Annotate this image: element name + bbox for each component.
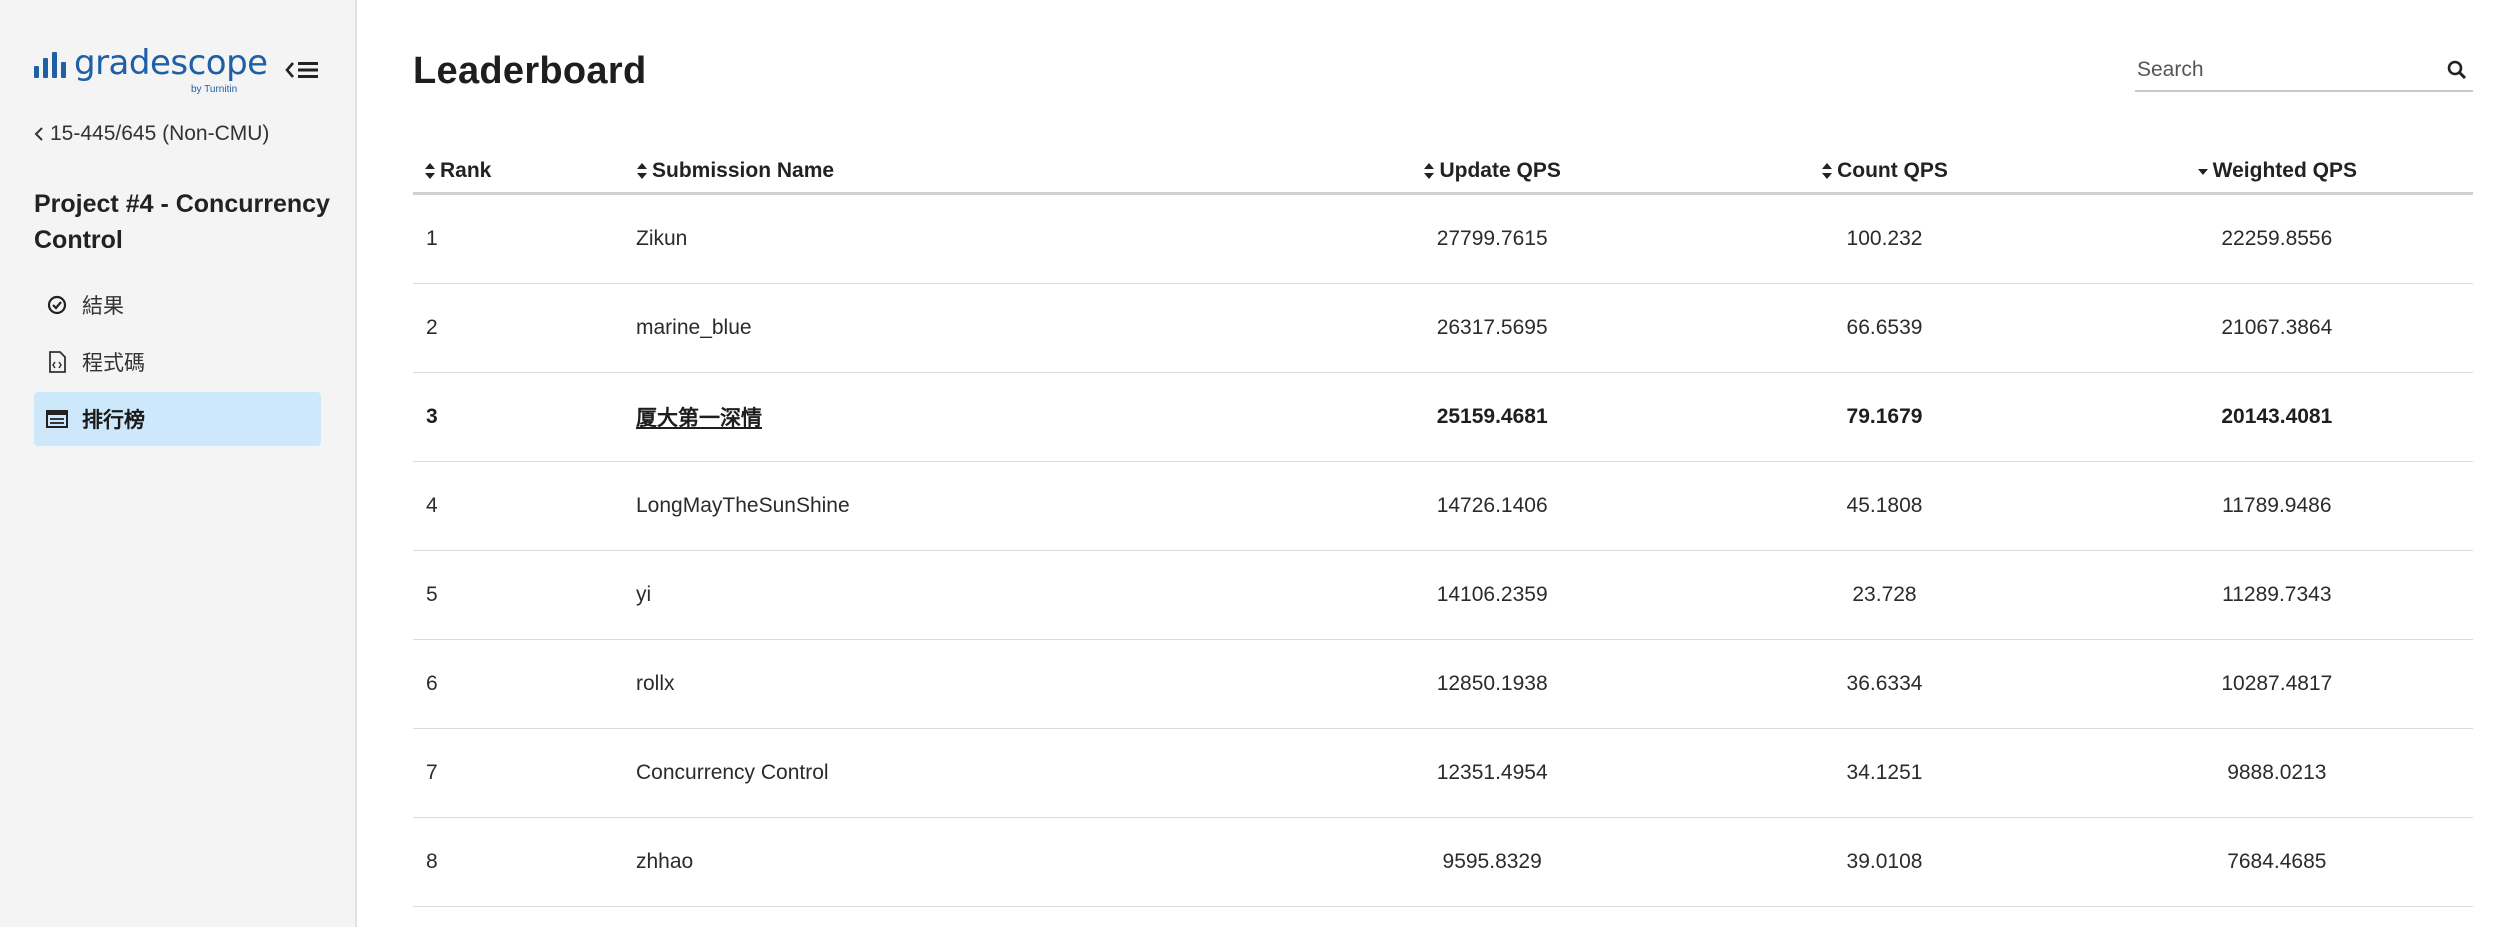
search-icon[interactable] (2447, 60, 2467, 80)
cell-weighted-qps: 20143.4081 (2080, 372, 2473, 462)
sidebar-nav: 結果 程式碼 排行榜 (34, 278, 321, 449)
logo-bars-icon (34, 52, 66, 78)
leaderboard-icon (46, 408, 68, 430)
cell-rank: 7 (413, 728, 636, 818)
table-row: 7 Concurrency Control 12351.4954 34.1251… (413, 728, 2473, 818)
cell-weighted-qps: 21067.3864 (2080, 283, 2473, 373)
chevron-left-icon (34, 127, 43, 141)
table-row: 4 LongMayTheSunShine 14726.1406 45.1808 … (413, 461, 2473, 551)
sidebar-item-code[interactable]: 程式碼 (34, 335, 321, 389)
cell-submission-name: LongMayTheSunShine (636, 461, 1296, 551)
leaderboard-table: Rank Submission Name Update QPS Count QP… (413, 150, 2473, 907)
cell-submission-name: Concurrency Control (636, 728, 1296, 818)
submission-link[interactable]: 厦大第一深情 (636, 407, 762, 430)
gradescope-logo[interactable]: gradescope by Turnitin (34, 43, 268, 95)
cell-count-qps: 66.6539 (1688, 283, 2081, 373)
cell-rank: 5 (413, 550, 636, 640)
table-row: 8 zhhao 9595.8329 39.0108 7684.4685 (413, 817, 2473, 907)
collapse-sidebar-button[interactable] (284, 56, 324, 84)
cell-count-qps: 45.1808 (1688, 461, 2081, 551)
assignment-title: Project #4 - Concurrency Control (34, 190, 330, 254)
sidebar: gradescope by Turnitin 15-445/645 (Non-C… (0, 0, 357, 927)
sidebar-item-label: 結果 (82, 295, 124, 318)
cell-rank: 8 (413, 817, 636, 907)
search-box (2135, 52, 2473, 92)
table-row: 1 Zikun 27799.7615 100.232 22259.8556 (413, 193, 2473, 284)
cell-submission-name: yi (636, 550, 1296, 640)
cell-update-qps: 14106.2359 (1296, 550, 1689, 640)
table-row: 6 rollx 12850.1938 36.6334 10287.4817 (413, 639, 2473, 729)
cell-update-qps: 26317.5695 (1296, 283, 1689, 373)
cell-rank: 3 (413, 372, 636, 462)
table-row: 5 yi 14106.2359 23.728 11289.7343 (413, 550, 2473, 640)
cell-weighted-qps: 10287.4817 (2080, 639, 2473, 729)
cell-weighted-qps: 11289.7343 (2080, 550, 2473, 640)
column-header-label: Update QPS (1439, 159, 1561, 182)
cell-update-qps: 12351.4954 (1296, 728, 1689, 818)
cell-weighted-qps: 11789.9486 (2080, 461, 2473, 551)
course-back-link[interactable]: 15-445/645 (Non-CMU) (34, 122, 269, 146)
course-link-label: 15-445/645 (Non-CMU) (50, 122, 270, 145)
column-header-label: Weighted QPS (2212, 159, 2357, 182)
column-header-label: Submission Name (652, 159, 835, 182)
sidebar-item-label: 程式碼 (82, 352, 145, 375)
cell-weighted-qps: 9888.0213 (2080, 728, 2473, 818)
sort-both-icon (1424, 163, 1435, 180)
logo-subtitle: by Turnitin (191, 84, 238, 95)
cell-submission-name: rollx (636, 639, 1296, 729)
cell-update-qps: 12850.1938 (1296, 639, 1689, 729)
cell-count-qps: 100.232 (1688, 193, 2081, 284)
code-file-icon (46, 351, 68, 373)
table-row: 2 marine_blue 26317.5695 66.6539 21067.3… (413, 283, 2473, 373)
search-input[interactable] (2135, 52, 2417, 88)
column-header-label: Count QPS (1837, 159, 1948, 182)
cell-rank: 1 (413, 193, 636, 284)
sidebar-item-leaderboard[interactable]: 排行榜 (34, 392, 321, 446)
cell-rank: 2 (413, 283, 636, 373)
cell-update-qps: 14726.1406 (1296, 461, 1689, 551)
column-header-count-qps[interactable]: Count QPS (1688, 150, 2081, 195)
cell-submission-name: Zikun (636, 193, 1296, 284)
cell-submission-name-link[interactable]: 厦大第一深情 (636, 372, 1296, 462)
sort-both-icon (1822, 163, 1833, 180)
cell-count-qps: 34.1251 (1688, 728, 2081, 818)
column-header-submission-name[interactable]: Submission Name (636, 150, 1296, 195)
cell-weighted-qps: 22259.8556 (2080, 193, 2473, 284)
cell-submission-name: zhhao (636, 817, 1296, 907)
cell-count-qps: 36.6334 (1688, 639, 2081, 729)
sort-descending-icon (2197, 169, 2208, 176)
sidebar-item-results[interactable]: 結果 (34, 278, 321, 332)
cell-count-qps: 39.0108 (1688, 817, 2081, 907)
cell-submission-name: marine_blue (636, 283, 1296, 373)
table-header-row: Rank Submission Name Update QPS Count QP… (413, 150, 2473, 195)
cell-update-qps: 25159.4681 (1296, 372, 1689, 462)
column-header-weighted-qps[interactable]: Weighted QPS (2080, 150, 2473, 195)
cell-count-qps: 23.728 (1688, 550, 2081, 640)
sort-both-icon (425, 163, 435, 180)
cell-update-qps: 9595.8329 (1296, 817, 1689, 907)
logo-text: gradescope (74, 43, 268, 83)
cell-weighted-qps: 7684.4685 (2080, 817, 2473, 907)
column-header-label: Rank (440, 159, 492, 182)
cell-count-qps: 79.1679 (1688, 372, 2081, 462)
sort-both-icon (637, 163, 647, 180)
cell-rank: 4 (413, 461, 636, 551)
collapse-menu-icon (285, 62, 318, 78)
cell-update-qps: 27799.7615 (1296, 193, 1689, 284)
sidebar-item-label: 排行榜 (82, 409, 145, 432)
column-header-rank[interactable]: Rank (413, 150, 636, 195)
table-row-own-submission: 3 厦大第一深情 25159.4681 79.1679 20143.4081 (413, 372, 2473, 462)
page-title: Leaderboard (413, 50, 647, 92)
cell-rank: 6 (413, 639, 636, 729)
check-circle-icon (46, 294, 68, 316)
column-header-update-qps[interactable]: Update QPS (1296, 150, 1689, 195)
